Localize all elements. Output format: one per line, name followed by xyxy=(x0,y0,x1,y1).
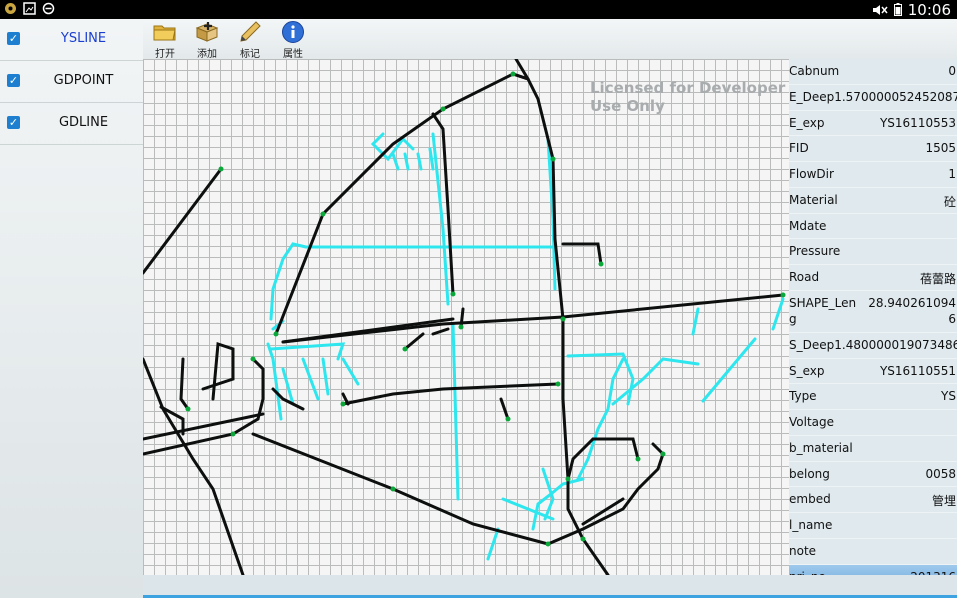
attr-row-prj-no[interactable]: prj_no201316 xyxy=(789,564,957,575)
layer-item-ysline[interactable]: ✓ YSLINE xyxy=(0,19,143,61)
attr-row-material: Material 砼 xyxy=(789,188,957,214)
attr-row-e-exp: E_exp YS16110553 xyxy=(789,111,957,137)
tool-label: 打开 xyxy=(155,49,175,60)
mute-icon xyxy=(872,4,888,15)
gdpoint-layer xyxy=(185,71,786,547)
gdline-layer xyxy=(143,59,785,575)
block-icon xyxy=(42,2,55,15)
layer-label: YSLINE xyxy=(60,31,107,46)
tool-label: 添加 xyxy=(197,49,217,60)
attr-row-shape-length: SHAPE_Len 28.940261094 g6 xyxy=(789,291,957,333)
toolbar: 打开 添加 标记 属性 xyxy=(143,19,957,60)
attr-row-e-deep: E_Deep1.570000052452087 xyxy=(789,85,957,111)
battery-icon xyxy=(893,3,902,16)
attr-row-mdate: Mdate xyxy=(789,214,957,240)
pipe-network xyxy=(143,59,786,575)
attr-row-b-material: b_material xyxy=(789,436,957,462)
attr-row-note: note xyxy=(789,539,957,565)
status-bar: 10:06 xyxy=(0,0,957,19)
gallery-icon xyxy=(23,2,36,15)
attr-row-voltage: Voltage xyxy=(789,410,957,436)
attr-row-cabnum: Cabnum 0 xyxy=(789,59,957,85)
info-icon xyxy=(282,21,304,43)
open-button[interactable]: 打开 xyxy=(145,20,185,60)
attr-row-road: Road 蓓蕾路 xyxy=(789,265,957,291)
attr-row-fid: FID 1505 xyxy=(789,136,957,162)
license-watermark: Licensed for Developer Use Only xyxy=(590,79,786,115)
app-icon xyxy=(5,3,16,14)
attr-row-s-deep: S_Deep1.480000019073486 xyxy=(789,333,957,359)
add-icon xyxy=(195,22,219,42)
layer-checkbox[interactable]: ✓ xyxy=(7,74,20,87)
attr-row-embed: embed 管埋 xyxy=(789,487,957,513)
layer-label: GDPOINT xyxy=(53,73,114,88)
layer-label: GDLINE xyxy=(58,115,109,130)
attr-row-l-name: l_name xyxy=(789,513,957,539)
attr-row-pressure: Pressure xyxy=(789,239,957,265)
pencil-icon xyxy=(240,21,261,42)
attr-row-s-exp: S_exp YS16110551 xyxy=(789,359,957,385)
attr-row-flowdir: FlowDir 1 xyxy=(789,162,957,188)
attr-row-type: Type YS xyxy=(789,384,957,410)
layer-item-gdline[interactable]: ✓ GDLINE xyxy=(0,103,143,145)
map-view[interactable]: Licensed for Developer Use Only xyxy=(143,59,789,575)
properties-button[interactable]: 属性 xyxy=(273,20,313,60)
layer-checkbox[interactable]: ✓ xyxy=(7,32,20,45)
attribute-panel: Cabnum 0 E_Deep1.570000052452087 E_exp YS1… xyxy=(789,59,957,575)
add-button[interactable]: 添加 xyxy=(187,20,227,60)
tool-label: 标记 xyxy=(240,49,260,60)
tool-label: 属性 xyxy=(283,49,303,60)
bottom-bar xyxy=(143,575,957,598)
ysline-layer xyxy=(266,132,785,561)
attr-row-belong: belong 0058 xyxy=(789,462,957,488)
clock: 10:06 xyxy=(907,0,951,19)
layer-checkbox[interactable]: ✓ xyxy=(7,116,20,129)
folder-icon xyxy=(153,25,176,41)
layer-panel: ✓ YSLINE ✓ GDPOINT ✓ GDLINE xyxy=(0,19,143,598)
layer-item-gdpoint[interactable]: ✓ GDPOINT xyxy=(0,61,143,103)
mark-button[interactable]: 标记 xyxy=(230,20,270,60)
